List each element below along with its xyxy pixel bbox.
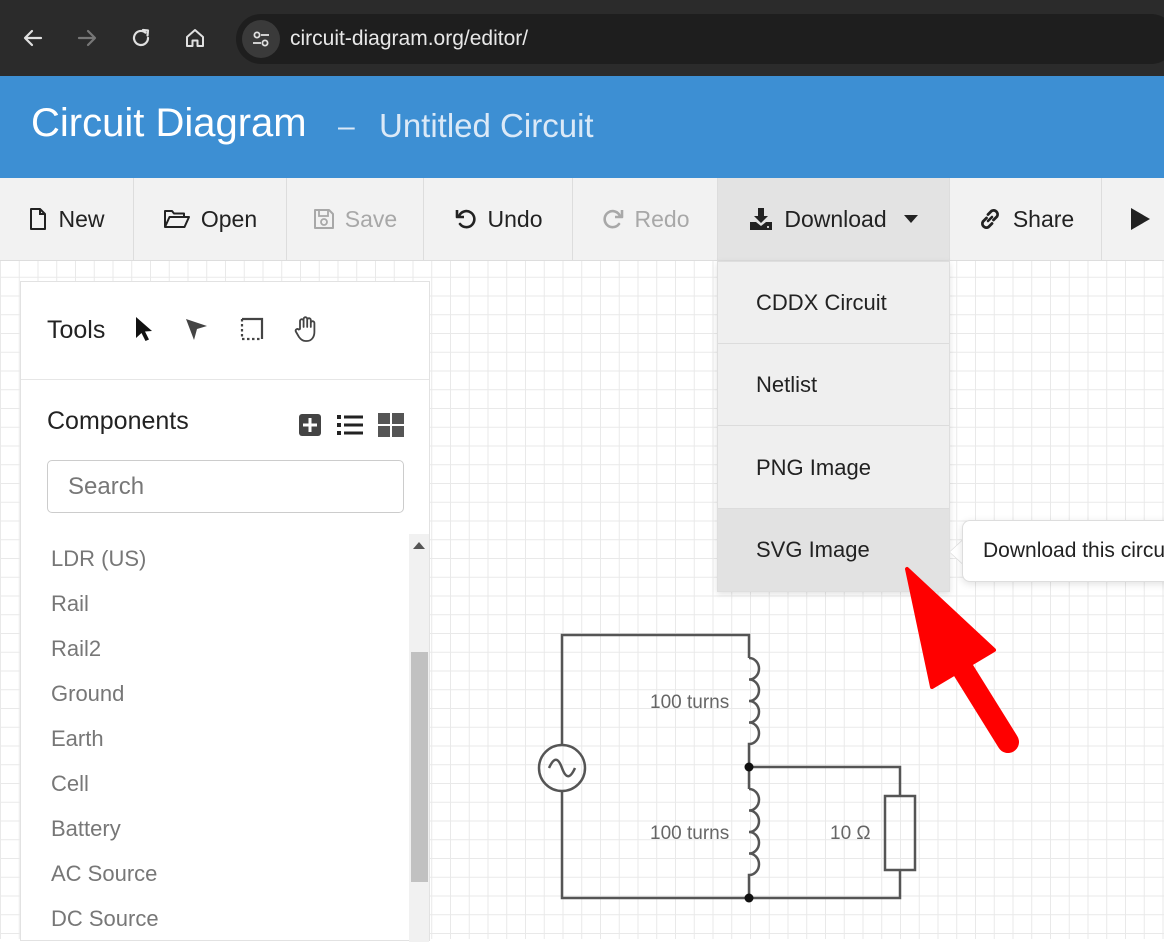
menu-item-png-image[interactable]: PNG Image bbox=[718, 427, 949, 509]
component-search-input[interactable] bbox=[47, 460, 404, 513]
share-button[interactable]: Share bbox=[950, 178, 1102, 260]
direct-select-tool[interactable] bbox=[181, 314, 211, 344]
list-item-dc-source[interactable]: DC Source bbox=[51, 906, 159, 932]
redo-label: Redo bbox=[634, 205, 690, 232]
sidebar: Tools Components LDR (US) Rail Rail2 Gro… bbox=[20, 281, 430, 942]
new-label: New bbox=[58, 205, 105, 232]
site-info-button[interactable] bbox=[242, 20, 280, 58]
scroll-up-arrow-icon[interactable] bbox=[413, 542, 425, 549]
tooltip-text: Download this circuit bbox=[983, 539, 1164, 562]
pan-tool[interactable] bbox=[291, 314, 321, 344]
area-select-tool[interactable] bbox=[237, 314, 267, 344]
download-icon bbox=[750, 208, 773, 230]
plus-square-icon bbox=[299, 414, 321, 436]
inductor-bottom-label: 100 turns bbox=[650, 823, 729, 844]
pointer-arrow-icon bbox=[136, 317, 152, 341]
save-icon bbox=[313, 209, 334, 229]
app-title[interactable]: Circuit Diagram bbox=[31, 101, 307, 146]
resistor-label: 10 Ω bbox=[830, 823, 871, 844]
redo-button[interactable]: Redo bbox=[573, 178, 718, 260]
new-button[interactable]: New bbox=[0, 178, 134, 260]
component-list-scrollbar[interactable] bbox=[409, 534, 429, 942]
select-tool[interactable] bbox=[129, 314, 159, 344]
location-arrow-icon bbox=[186, 319, 207, 340]
caret-down-icon bbox=[903, 215, 918, 223]
inductor-top-label: 100 turns bbox=[650, 692, 729, 713]
forward-arrow-icon bbox=[77, 29, 97, 47]
list-item-cell[interactable]: Cell bbox=[51, 771, 89, 797]
undo-label: Undo bbox=[487, 205, 543, 232]
download-tooltip: Download this circuit bbox=[962, 520, 1164, 582]
wire-resistor-top bbox=[749, 765, 902, 796]
ac-source-wave bbox=[547, 758, 577, 778]
menu-item-netlist[interactable]: Netlist bbox=[718, 344, 949, 426]
scrollbar-thumb[interactable] bbox=[411, 652, 428, 882]
component-list: LDR (US) Rail Rail2 Ground Earth Cell Ba… bbox=[21, 534, 409, 942]
undo-icon bbox=[455, 209, 476, 229]
wire-resistor-bottom bbox=[749, 870, 902, 900]
grid-view-button[interactable] bbox=[378, 412, 404, 438]
app-header: Circuit Diagram – Untitled Circuit bbox=[0, 76, 1164, 178]
reload-icon bbox=[132, 28, 150, 47]
download-menu: CDDX Circuit Netlist PNG Image SVG Image bbox=[717, 261, 950, 592]
reload-button[interactable] bbox=[123, 20, 159, 56]
file-icon bbox=[30, 208, 47, 230]
back-button[interactable] bbox=[15, 20, 51, 56]
tune-icon bbox=[253, 31, 269, 47]
save-label: Save bbox=[344, 205, 398, 232]
menu-item-cddx-circuit[interactable]: CDDX Circuit bbox=[718, 262, 949, 344]
list-item-ac-source[interactable]: AC Source bbox=[51, 861, 157, 887]
address-bar[interactable]: circuit-diagram.org/editor/ bbox=[236, 14, 1164, 64]
tools-heading: Tools bbox=[47, 316, 106, 344]
list-item-rail2[interactable]: Rail2 bbox=[51, 636, 101, 662]
toolbar: New Open Save Undo Redo Download Share bbox=[0, 178, 1164, 261]
list-icon bbox=[337, 415, 363, 435]
list-view-button[interactable] bbox=[337, 412, 363, 438]
sidebar-divider bbox=[21, 379, 429, 380]
save-button[interactable]: Save bbox=[287, 178, 424, 260]
document-title[interactable]: Untitled Circuit bbox=[379, 107, 594, 145]
share-label: Share bbox=[1012, 205, 1075, 232]
folder-open-icon bbox=[163, 210, 190, 228]
add-component-button[interactable] bbox=[297, 412, 323, 438]
list-item-earth[interactable]: Earth bbox=[51, 726, 104, 752]
list-item-ldr-us[interactable]: LDR (US) bbox=[51, 546, 146, 572]
simulate-button[interactable] bbox=[1102, 178, 1164, 260]
menu-item-svg-image[interactable]: SVG Image bbox=[718, 509, 949, 591]
list-item-ground[interactable]: Ground bbox=[51, 681, 124, 707]
title-separator: – bbox=[338, 110, 355, 143]
home-button[interactable] bbox=[177, 20, 213, 56]
home-icon bbox=[186, 29, 204, 47]
components-heading: Components bbox=[47, 407, 189, 435]
download-button[interactable]: Download bbox=[718, 178, 950, 260]
forward-button[interactable] bbox=[69, 20, 105, 56]
junction-dot-top bbox=[744, 762, 754, 772]
grid-icon bbox=[378, 413, 404, 437]
browser-chrome: circuit-diagram.org/editor/ bbox=[0, 0, 1164, 76]
open-button[interactable]: Open bbox=[134, 178, 287, 260]
download-label: Download bbox=[784, 205, 887, 232]
junction-dot-bottom bbox=[744, 893, 754, 903]
list-item-battery[interactable]: Battery bbox=[51, 816, 121, 842]
play-icon bbox=[1131, 208, 1150, 230]
link-icon bbox=[980, 209, 999, 229]
list-item-rail[interactable]: Rail bbox=[51, 591, 89, 617]
url-text: circuit-diagram.org/editor/ bbox=[290, 27, 529, 50]
wire-left-bottom bbox=[560, 792, 749, 900]
hand-icon bbox=[294, 316, 316, 342]
undo-button[interactable]: Undo bbox=[424, 178, 573, 260]
back-arrow-icon bbox=[23, 29, 43, 47]
open-label: Open bbox=[200, 205, 258, 232]
resistor-symbol bbox=[883, 794, 917, 872]
wire-left-top bbox=[560, 633, 751, 745]
inductor-bottom bbox=[747, 787, 761, 898]
dashed-selection-icon bbox=[240, 317, 264, 341]
redo-icon bbox=[602, 209, 623, 229]
